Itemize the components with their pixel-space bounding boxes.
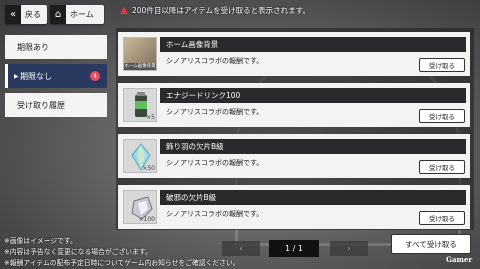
item-thumbnail: ホーム画像背景 [123,37,157,71]
tab-history[interactable]: 受け取り履歴 [5,93,107,117]
item-description: シノアリスコラボの報酬です。 [166,108,264,116]
item-description: シノアリスコラボの報酬です。 [166,210,264,218]
item-title: 破邪の欠片B級 [160,190,466,205]
tab-label: 受け取り履歴 [17,100,65,110]
claim-button[interactable]: 受け取る [419,211,465,225]
list-item: ×50 飾り羽の欠片B級 シノアリスコラボの報酬です。 受け取る [118,134,470,178]
notice-bar: 200件目以降はアイテムを受け取ると表示されます。 [120,5,310,16]
tab-no-expiry[interactable]: ▶ 期限なし 4 [5,64,107,88]
item-quantity: ×50 [142,165,155,172]
item-quantity: ×5 [146,114,155,121]
item-description: シノアリスコラボの報酬です。 [166,57,264,65]
prev-page-button[interactable]: ‹ [222,241,260,256]
home-label: ホーム [70,10,94,19]
footnote: ※内容は予告なく変更になる場合がございます。 [4,248,152,256]
list-item: ホーム画像背景 ホーム画像背景 シノアリスコラボの報酬です。 受け取る [118,32,470,76]
back-button[interactable]: « 戻る [5,5,47,24]
item-thumbnail: ×5 [123,88,157,122]
notice-text: 200件目以降はアイテムを受け取ると表示されます。 [132,6,310,15]
tab-with-expiry[interactable]: 期限あり [5,35,107,59]
footnote: ※画像はイメージです。 [4,237,77,245]
chevron-left-icon: ‹ [239,244,243,253]
home-icon: ⌂ [50,5,66,24]
item-thumbnail: ×50 [123,139,157,173]
page-indicator: 1 / 1 [269,240,319,257]
back-label: 戻る [25,10,41,19]
tab-label: 期限なし [20,71,52,81]
item-title: 飾り羽の欠片B級 [160,139,466,154]
claim-button[interactable]: 受け取る [419,58,465,72]
chevron-right-icon: › [347,244,351,253]
claim-button[interactable]: 受け取る [419,109,465,123]
item-description: シノアリスコラボの報酬です。 [166,159,264,167]
item-thumbnail: ×100 [123,190,157,224]
home-button[interactable]: ⌂ ホーム [50,5,104,24]
item-title: エナジードリンク100 [160,88,466,103]
watermark-logo: Gamer [446,255,473,264]
list-item: ×5 エナジードリンク100 シノアリスコラボの報酬です。 受け取る [118,83,470,127]
warning-icon [120,7,128,14]
count-badge: 4 [90,71,100,81]
thumb-caption: ホーム画像背景 [124,63,156,70]
double-chevron-left-icon: « [5,5,21,24]
item-title: ホーム画像背景 [160,37,466,52]
footnote: ※報酬アイテムの配布予定日時についてゲーム内お知らせをご確認ください。 [4,259,240,267]
claim-button[interactable]: 受け取る [419,160,465,174]
next-page-button[interactable]: › [330,241,368,256]
claim-all-button[interactable]: すべて受け取る [391,234,471,254]
item-quantity: ×100 [138,216,155,223]
caret-right-icon: ▶ [14,72,19,80]
tab-label: 期限あり [17,42,49,52]
list-item: ×100 破邪の欠片B級 シノアリスコラボの報酬です。 受け取る [118,185,470,229]
